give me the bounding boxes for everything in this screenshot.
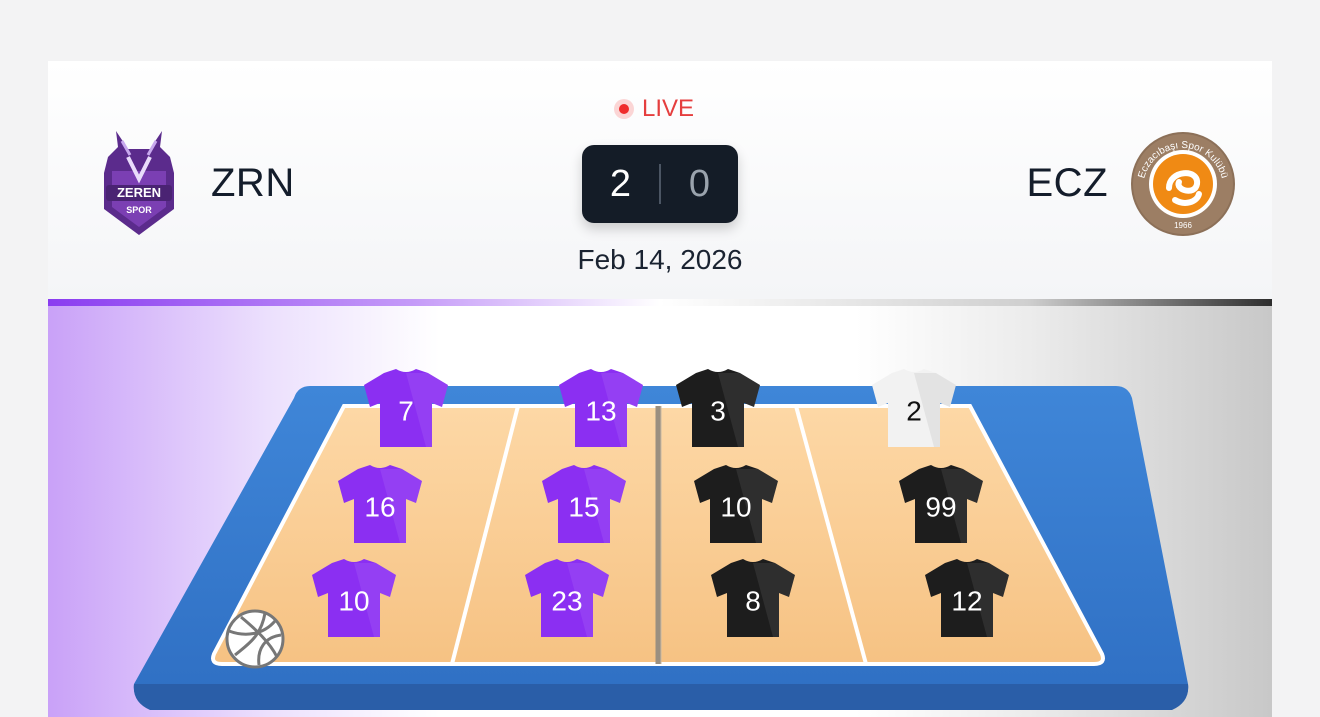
svg-text:SPOR: SPOR [126,205,152,215]
team-color-bar [48,299,1272,306]
court-area: 7 13 16 15 10 23 3 2 10 99 8 12 [48,306,1272,717]
scoreboard-header: ZEREN SPOR ZRN LIVE 2 0 Feb 14, 2026 ECZ [48,61,1272,299]
svg-text:ZEREN: ZEREN [117,185,161,200]
jersey-number: 10 [338,586,369,617]
jersey-number: 99 [925,492,956,523]
jersey-number: 10 [720,492,751,523]
jersey-number: 23 [551,586,582,617]
jersey-number: 3 [710,396,726,427]
svg-text:1966: 1966 [1174,221,1192,230]
jersey-number: 2 [906,396,922,427]
jersey-number: 15 [568,492,599,523]
live-dot-icon [614,99,634,119]
match-card: ZEREN SPOR ZRN LIVE 2 0 Feb 14, 2026 ECZ [48,61,1272,717]
zeren-spor-logo: ZEREN SPOR [104,131,174,235]
live-indicator: LIVE [614,95,694,123]
jersey-number: 8 [745,586,761,617]
away-team-name: ECZ [1026,161,1108,205]
volleyball-icon [225,609,285,669]
jersey-number: 16 [364,492,395,523]
match-date: Feb 14, 2026 [577,244,743,275]
jersey-number: 7 [398,396,414,427]
away-score: 0 [688,162,711,205]
jersey-number: 12 [951,586,982,617]
jersey-number: 13 [585,396,616,427]
volleyball-court: 7 13 16 15 10 23 3 2 10 99 8 12 [133,369,1189,710]
live-label: LIVE [642,95,695,122]
home-score: 2 [609,162,632,205]
score-box: 2 0 [582,145,738,223]
eczacibasi-logo: Eczacıbaşı Spor Kulübü 1966 [1131,132,1235,236]
home-team-name: ZRN [211,161,295,205]
